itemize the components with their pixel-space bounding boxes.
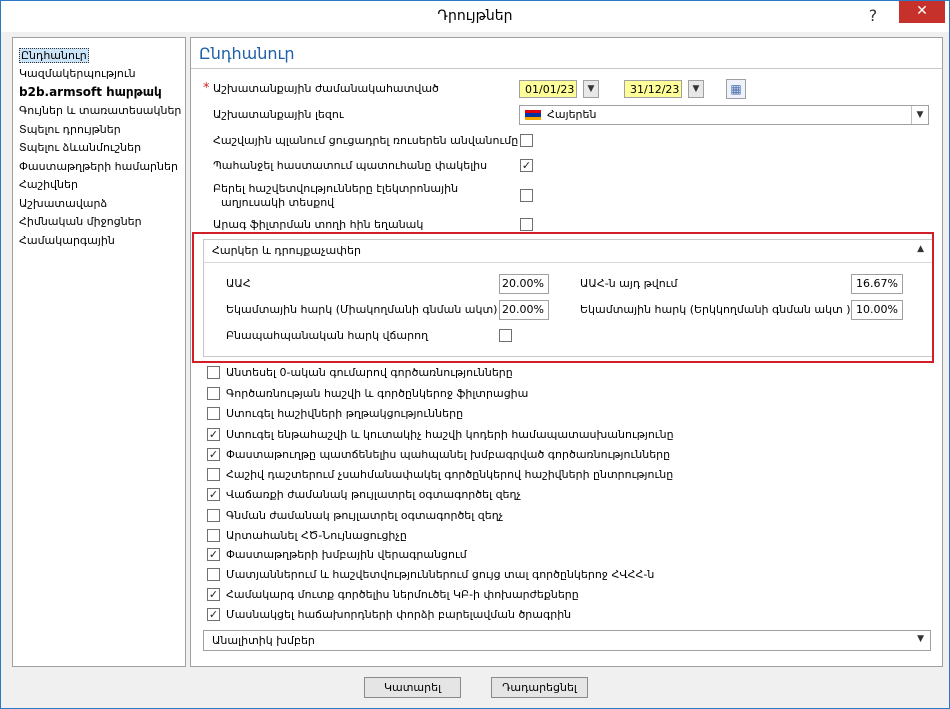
chevron-down-icon[interactable]: ▼ <box>917 634 924 644</box>
option-checkbox[interactable]: ✓ <box>207 548 220 561</box>
option-checkbox[interactable] <box>207 366 220 379</box>
option-checkbox[interactable] <box>207 509 220 522</box>
option-checkbox[interactable] <box>207 568 220 581</box>
page-title: Ընդհանուր <box>199 44 295 63</box>
option-checkbox[interactable]: ✓ <box>207 488 220 501</box>
language-value: Հայերեն <box>547 108 597 121</box>
option-checkbox[interactable]: ✓ <box>207 448 220 461</box>
highlight-frame <box>192 232 934 363</box>
setting-excel-reports-label-2: աղյուսակի տեսքով <box>221 196 335 209</box>
nav-item-print-settings[interactable]: Տպելու դրույթներ <box>19 122 121 138</box>
option-label: Գործառնության հաշվի և գործընկերոջ ֆիլտրա… <box>226 387 529 400</box>
option-checkbox[interactable]: ✓ <box>207 608 220 621</box>
option-label: Ստուգել հաշիվների թղթակցությունները <box>226 407 464 420</box>
option-checkbox[interactable] <box>207 407 220 420</box>
period-from-dropdown[interactable]: ▼ <box>583 80 599 98</box>
title-bar: Դրույթներ ? ✕ <box>1 1 949 32</box>
setting-confirm-close-label: Պահանջել հաստատում պատուհանը փակելիս <box>213 159 488 172</box>
chevron-down-icon[interactable]: ▼ <box>911 106 928 124</box>
nav-item-organization[interactable]: Կազմակերպություն <box>19 66 136 82</box>
analytic-groups-section[interactable]: Անալիտիկ խմբեր ▼ <box>203 630 931 651</box>
option-label: Ստուգել ենթահաշվի և կուտակիչ հաշվի կոդեր… <box>226 428 674 441</box>
setting-excel-reports-label: Բերել հաշվետվությունները էլեկտրոնային <box>213 182 459 195</box>
nav-item-print-templates[interactable]: Տպելու ձևանմուշներ <box>19 140 141 156</box>
option-label: Մատյաններում և հաշվետվություններում ցույ… <box>226 568 655 581</box>
option-checkbox[interactable]: ✓ <box>207 428 220 441</box>
option-label: Մասնակցել հաճախորդների փորձի բարելավման … <box>226 608 572 621</box>
setting-confirm-close-checkbox[interactable]: ✓ <box>520 159 533 172</box>
help-button[interactable]: ? <box>861 5 885 27</box>
nav-item-fixed-assets[interactable]: Հիմնական միջոցներ <box>19 214 142 230</box>
analytic-groups-label: Անալիտիկ խմբեր <box>212 634 315 647</box>
language-select[interactable]: Հայերեն ▼ <box>519 105 929 125</box>
nav-item-salary[interactable]: Աշխատավարձ <box>19 196 107 212</box>
title-divider <box>191 68 942 69</box>
nav-item-system[interactable]: Համակարգային <box>19 233 115 249</box>
setting-russian-names-checkbox[interactable] <box>520 134 533 147</box>
option-label: Փաստաթղթերի խմբային վերագրանցում <box>226 548 467 561</box>
option-label: Անտեսել 0-ական գումարով գործառնություննե… <box>226 366 513 379</box>
work-period-label: Աշխատանքային ժամանակահատված <box>213 82 439 95</box>
period-from-field[interactable]: 01/01/23 <box>519 80 577 98</box>
calendar-icon[interactable]: ▦ <box>726 79 746 99</box>
required-mark: * <box>203 81 210 96</box>
option-checkbox[interactable]: ✓ <box>207 588 220 601</box>
setting-russian-names-label: Հաշվային պլանում ցուցադրել ռուսերեն անվա… <box>213 134 519 147</box>
close-button[interactable]: ✕ <box>899 1 945 23</box>
option-checkbox[interactable] <box>207 387 220 400</box>
nav-item-colors-fonts[interactable]: Գույներ և տառատեսակներ <box>19 103 181 119</box>
setting-quick-filter-checkbox[interactable] <box>520 218 533 231</box>
option-label: Համակարգ մուտք գործելիս ներմուծել ԿԲ-ի փ… <box>226 588 579 601</box>
setting-excel-reports-checkbox[interactable] <box>520 189 533 202</box>
window-title: Դրույթներ <box>437 8 513 24</box>
settings-nav: Ընդհանուր Կազմակերպություն b2b.armsoft h… <box>12 37 186 667</box>
settings-window: Դրույթներ ? ✕ Ընդհանուր Կազմակերպություն… <box>0 0 950 709</box>
ok-button[interactable]: Կատարել <box>364 677 461 698</box>
cancel-button[interactable]: Դադարեցնել <box>491 677 588 698</box>
option-label: Հաշիվ դաշտերում չսահմանափակել գործընկերո… <box>226 468 674 481</box>
period-to-field[interactable]: 31/12/23 <box>624 80 682 98</box>
period-to-dropdown[interactable]: ▼ <box>688 80 704 98</box>
nav-item-doc-numbers[interactable]: Փաստաթղթերի համարներ <box>19 159 178 175</box>
armenia-flag-icon <box>525 110 541 120</box>
setting-quick-filter-label: Արագ ֆիլտրման տողի հին եղանակ <box>213 218 424 231</box>
option-label: Փաստաթուղթը պատճենելիս պահպանել խմբագրվա… <box>226 448 671 461</box>
nav-item-b2b[interactable]: b2b.armsoft hարթակ <box>19 84 162 100</box>
option-checkbox[interactable] <box>207 468 220 481</box>
nav-item-general[interactable]: Ընդհանուր <box>19 48 89 64</box>
option-label: Վաճառքի ժամանակ թույլատրել օգտագործել զե… <box>226 488 521 501</box>
option-label: Արտահանել ՀԾ-Նույնացուցիչը <box>226 529 407 542</box>
option-label: Գնման ժամանակ թույլատրել օգտագործել զեղչ <box>226 509 504 522</box>
option-checkbox[interactable] <box>207 529 220 542</box>
nav-item-accounts[interactable]: Հաշիվներ <box>19 177 78 193</box>
language-label: Աշխատանքային լեզու <box>213 108 344 121</box>
